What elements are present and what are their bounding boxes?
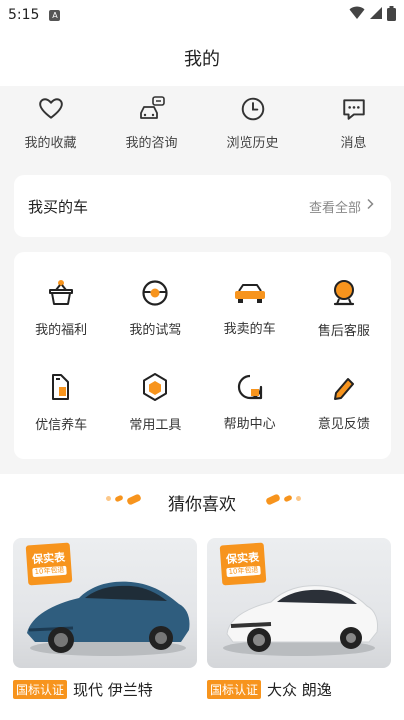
- certification-tag: 国标认证: [207, 680, 262, 699]
- quick-item-label: 浏览历史: [226, 136, 279, 151]
- quick-item-history[interactable]: 浏览历史: [202, 86, 303, 172]
- gift-basket-icon: [46, 279, 76, 311]
- message-icon: [341, 96, 367, 126]
- recommendations-section: 猜你喜欢 保实表 10年包退 国标认证 现代 伊兰特 保实表 10年包退 国标认…: [0, 474, 404, 720]
- service-tools[interactable]: 常用工具: [108, 356, 202, 450]
- service-label: 我的试驾: [129, 323, 182, 339]
- service-label: 优信养车: [35, 417, 88, 433]
- certification-tag: 国标认证: [13, 680, 68, 699]
- chat-car-icon: [138, 96, 166, 126]
- service-label: 售后客服: [317, 324, 370, 340]
- clock-icon: [240, 96, 266, 126]
- quick-item-messages[interactable]: 消息: [303, 86, 404, 172]
- car-name: 现代 伊兰特: [73, 681, 153, 699]
- quick-item-favorites[interactable]: 我的收藏: [0, 86, 101, 172]
- car-name: 大众 朗逸: [267, 681, 332, 699]
- status-time: 5:15: [8, 7, 40, 23]
- view-all-label: 查看全部: [308, 200, 361, 216]
- car-card[interactable]: 保实表 10年包退 国标认证 大众 朗逸: [207, 538, 391, 720]
- car-sell-icon: [233, 280, 267, 310]
- service-sold-cars[interactable]: 我卖的车: [203, 262, 297, 356]
- status-bar: 5:15 A: [0, 0, 404, 30]
- service-welfare[interactable]: 我的福利: [14, 262, 108, 356]
- quick-actions: 我的收藏 我的咨询 浏览历史 消息: [0, 86, 404, 172]
- help-bubble-icon: [236, 373, 264, 405]
- bottom-nav-partial: [0, 712, 404, 720]
- car-title: 国标认证 现代 伊兰特: [13, 679, 197, 700]
- chevron-right-icon: [365, 198, 375, 214]
- service-label: 我的福利: [35, 323, 88, 339]
- signal-icon: [369, 6, 383, 24]
- heart-icon: [38, 96, 64, 126]
- page-header: 我的: [0, 30, 404, 86]
- my-cars-card[interactable]: 我买的车 查看全部: [14, 175, 391, 237]
- car-illustration: [27, 581, 190, 656]
- page-title: 我的: [184, 49, 220, 70]
- service-label: 我卖的车: [223, 322, 276, 338]
- car-illustration: [223, 585, 378, 656]
- section-title: 猜你喜欢: [168, 495, 236, 515]
- quick-item-consult[interactable]: 我的咨询: [101, 86, 202, 172]
- battery-icon: [387, 5, 396, 25]
- notification-a-icon: A: [49, 9, 61, 21]
- service-test-drive[interactable]: 我的试驾: [108, 262, 202, 356]
- quick-item-label: 消息: [340, 136, 367, 151]
- toolbox-icon: [141, 372, 169, 406]
- quick-item-label: 我的收藏: [24, 136, 77, 151]
- service-label: 常用工具: [129, 417, 182, 433]
- car-card[interactable]: 保实表 10年包退 国标认证 现代 伊兰特: [13, 538, 197, 720]
- service-customer-care[interactable]: 售后客服: [297, 262, 391, 356]
- car-photo: 保实表 10年包退: [13, 538, 197, 668]
- my-cars-title: 我买的车: [28, 197, 89, 216]
- steering-wheel-icon: [141, 279, 169, 311]
- car-photo: 保实表 10年包退: [207, 538, 391, 668]
- service-agent-icon: [330, 278, 358, 312]
- service-help[interactable]: 帮助中心: [203, 356, 297, 450]
- service-label: 帮助中心: [223, 416, 276, 432]
- view-all-link[interactable]: 查看全部: [309, 197, 375, 216]
- wifi-icon: [349, 6, 365, 24]
- service-car-care[interactable]: 优信养车: [14, 356, 108, 450]
- car-title: 国标认证 大众 朗逸: [207, 679, 391, 700]
- feedback-pen-icon: [330, 373, 358, 405]
- quick-item-label: 我的咨询: [125, 136, 178, 151]
- services-grid: 我的福利 我的试驾 我卖的车 售后客服 优信养车 常用工具 帮助中心 意见反馈: [14, 252, 391, 459]
- service-feedback[interactable]: 意见反馈: [297, 356, 391, 450]
- oil-can-icon: [48, 372, 74, 406]
- decoration-right: [265, 493, 302, 506]
- service-label: 意见反馈: [317, 416, 370, 432]
